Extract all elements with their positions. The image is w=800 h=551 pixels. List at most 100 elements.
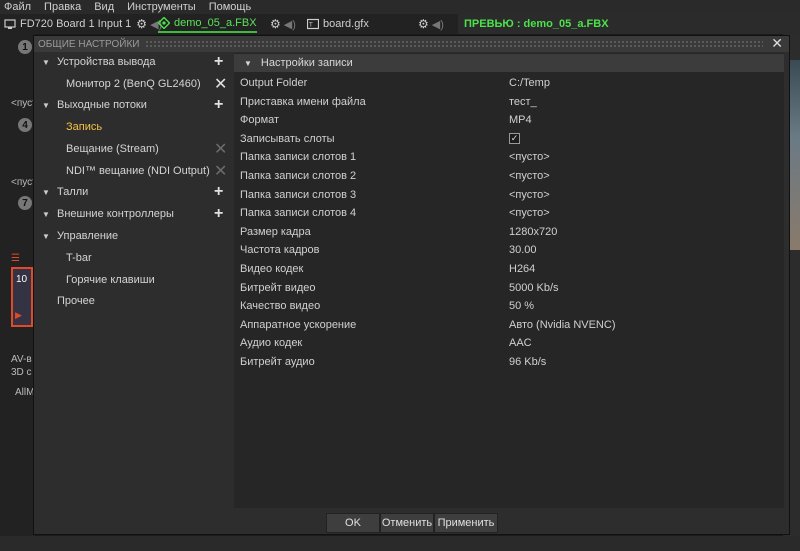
setting-row[interactable]: Качество видео 50 % (234, 297, 784, 315)
setting-row[interactable]: Папка записи слотов 1 <пусто> (234, 148, 784, 166)
setting-value[interactable]: 5000 Kb/s (509, 282, 559, 294)
menu-tools[interactable]: Инструменты (127, 1, 196, 13)
add-icon[interactable]: + (214, 96, 223, 114)
tree-item-control[interactable]: ▼ Управление (34, 226, 234, 246)
setting-value[interactable]: тест_ (509, 96, 537, 108)
section-header[interactable]: ▼ Настройки записи (234, 54, 784, 72)
tab-board-input[interactable]: FD720 Board 1 Input 1 ⚙ ◀) (4, 15, 162, 33)
menu-edit[interactable]: Правка (44, 1, 81, 13)
setting-row[interactable]: Папка записи слотов 4 <пусто> (234, 204, 784, 222)
setting-row[interactable]: Папка записи слотов 3 <пусто> (234, 186, 784, 204)
ok-button[interactable]: OK (326, 513, 380, 533)
slot-number: 7 (18, 196, 32, 210)
setting-value[interactable]: <пусто> (509, 151, 550, 163)
tree-item-label: Запись (66, 121, 103, 133)
setting-value[interactable]: 30.00 (509, 244, 537, 256)
add-icon[interactable]: + (214, 205, 223, 223)
setting-row[interactable]: Аудио кодек AAC (234, 334, 784, 352)
add-icon[interactable]: + (214, 183, 223, 201)
drag-grip[interactable] (145, 40, 763, 48)
background-bottom-bar (0, 536, 800, 551)
menu-help[interactable]: Помощь (209, 1, 252, 13)
settings-panel: ▼ Настройки записи Output Folder C:/Temp П… (234, 53, 784, 508)
setting-row[interactable]: Формат MP4 (234, 111, 784, 129)
remove-icon[interactable]: ✕ (214, 161, 227, 181)
dialog-buttons: OK Отменить Применить (326, 513, 498, 533)
expand-arrow-icon[interactable]: ▼ (42, 188, 50, 197)
speaker-icon[interactable]: ◀) (432, 18, 444, 31)
setting-value[interactable]: Авто (Nvidia NVENC) (509, 319, 615, 331)
setting-value[interactable]: <пусто> (509, 189, 550, 201)
setting-value[interactable]: <пусто> (509, 207, 550, 219)
expand-arrow-icon[interactable]: ▼ (42, 232, 50, 241)
setting-row[interactable]: Записывать слоты ✓ (234, 130, 784, 148)
setting-value[interactable]: <пусто> (509, 170, 550, 182)
tab-board-input-label: FD720 Board 1 Input 1 (20, 18, 132, 30)
tree-item-stream[interactable]: Вещание (Stream) ✕ (34, 139, 234, 159)
tree-item-output-streams[interactable]: ▼ Выходные потоки + (34, 95, 234, 115)
setting-key: Папка записи слотов 3 (240, 188, 357, 201)
remove-icon[interactable]: ✕ (214, 74, 227, 94)
tree-item-output-devices[interactable]: ▼ Устройства вывода + (34, 52, 234, 72)
record-slots-checkbox[interactable]: ✓ (509, 132, 520, 144)
setting-key: Папка записи слотов 2 (240, 170, 357, 182)
remove-icon[interactable]: ✕ (214, 139, 227, 159)
dialog-title: ОБЩИЕ НАСТРОЙКИ (38, 38, 140, 50)
tree-item-ndi[interactable]: NDI™ вещание (NDI Output) ✕ (34, 161, 234, 181)
tree-item-recording[interactable]: Запись (34, 117, 234, 137)
setting-value[interactable]: AAC (509, 337, 532, 349)
setting-row[interactable]: Приставка имени файла тест_ (234, 93, 784, 111)
setting-value[interactable]: C:/Temp (509, 77, 550, 89)
setting-row[interactable]: Частота кадров 30.00 (234, 241, 784, 259)
slot-number: 1 (18, 40, 32, 54)
setting-value[interactable]: 1280x720 (509, 226, 557, 238)
tree-item-monitor[interactable]: Монитор 2 (BenQ GL2460) ✕ (34, 74, 234, 94)
setting-row[interactable]: Папка записи слотов 2 <пусто> (234, 167, 784, 185)
setting-value[interactable]: MP4 (509, 114, 532, 126)
setting-key: Папка записи слотов 4 (240, 207, 357, 220)
setting-row[interactable]: Output Folder C:/Temp (234, 74, 784, 92)
close-icon[interactable]: ✕ (771, 35, 783, 52)
tree-item-other[interactable]: Прочее (34, 291, 234, 311)
add-icon[interactable]: + (214, 53, 223, 71)
setting-key: Папка записи слотов 1 (240, 151, 357, 164)
setting-row[interactable]: Видео кодек H264 (234, 260, 784, 278)
tree-item-label: Талли (57, 186, 89, 198)
tree-item-label: NDI™ вещание (NDI Output) (66, 165, 210, 177)
play-icon[interactable]: ▶ (15, 310, 22, 321)
gear-icon[interactable]: ⚙ (418, 17, 429, 31)
expand-arrow-icon[interactable]: ▼ (42, 101, 50, 110)
tab-gfx[interactable]: T board.gfx (307, 15, 369, 33)
setting-row[interactable]: Размер кадра 1280x720 (234, 223, 784, 241)
setting-row[interactable]: Аппаратное ускорение Авто (Nvidia NVENC) (234, 316, 784, 334)
menu-bar: Файл Правка Вид Инструменты Помощь (0, 0, 800, 14)
setting-row[interactable]: Битрейт аудио 96 Kb/s (234, 353, 784, 371)
tab-scene[interactable]: demo_05_a.FBX (158, 15, 257, 33)
tree-item-external-controllers[interactable]: ▼ Внешние контроллеры + (34, 204, 234, 224)
tree-item-tbar[interactable]: T-bar (34, 248, 234, 268)
gear-icon[interactable]: ⚙ (270, 17, 281, 31)
av-label: AV-в (11, 354, 32, 365)
gear-icon[interactable]: ⚙ (136, 17, 147, 31)
speaker-icon[interactable]: ◀) (284, 18, 296, 31)
setting-key: Размер кадра (240, 225, 311, 238)
expand-arrow-icon[interactable]: ▼ (42, 210, 50, 219)
collapse-arrow-icon[interactable]: ▼ (244, 59, 252, 68)
monitor-icon (4, 19, 16, 29)
cancel-button[interactable]: Отменить (380, 513, 434, 533)
setting-key: Битрейт аудио (240, 356, 315, 368)
expand-arrow-icon[interactable]: ▼ (42, 58, 50, 67)
apply-button[interactable]: Применить (434, 513, 498, 533)
setting-row[interactable]: Битрейт видео 5000 Kb/s (234, 279, 784, 297)
menu-view[interactable]: Вид (94, 1, 114, 13)
tree-item-hotkeys[interactable]: Горячие клавиши (34, 270, 234, 290)
setting-value[interactable]: 50 % (509, 300, 534, 312)
setting-value[interactable]: 96 Kb/s (509, 356, 546, 368)
setting-key: Output Folder (240, 77, 308, 89)
tree-item-tally[interactable]: ▼ Талли + (34, 182, 234, 202)
setting-key: Битрейт видео (240, 281, 316, 294)
menu-file[interactable]: Файл (4, 1, 31, 13)
setting-value[interactable]: H264 (509, 263, 535, 275)
dialog-title-bar[interactable]: ОБЩИЕ НАСТРОЙКИ (34, 36, 789, 52)
tab-scene-controls: ⚙ ◀) (270, 15, 296, 33)
